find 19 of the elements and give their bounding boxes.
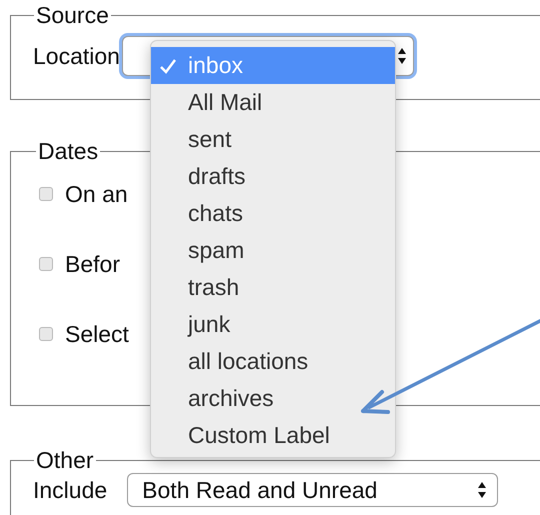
legend: Source (34, 2, 111, 28)
menu-item[interactable]: all locations (151, 343, 395, 380)
menu-item[interactable]: sent (151, 121, 395, 158)
menu-item[interactable]: trash (151, 269, 395, 306)
menu-item[interactable]: archives (151, 380, 395, 417)
menu-item[interactable]: chats (151, 195, 395, 232)
legend: Dates (36, 138, 100, 164)
field-label: Include (33, 476, 108, 504)
include-select[interactable]: Both Read and Unread (127, 473, 498, 507)
legend: Other (34, 447, 96, 473)
checkbox-label: Select (65, 320, 129, 348)
menu-item[interactable]: Custom Label (151, 417, 395, 454)
checkbox-label: On an (65, 180, 128, 208)
menu-item[interactable]: drafts (151, 158, 395, 195)
menu-item[interactable]: All Mail (151, 84, 395, 121)
checkbox-label: Befor (65, 250, 120, 278)
field-label: Location (33, 42, 120, 70)
menu-item[interactable]: junk (151, 306, 395, 343)
menu-item[interactable]: spam (151, 232, 395, 269)
